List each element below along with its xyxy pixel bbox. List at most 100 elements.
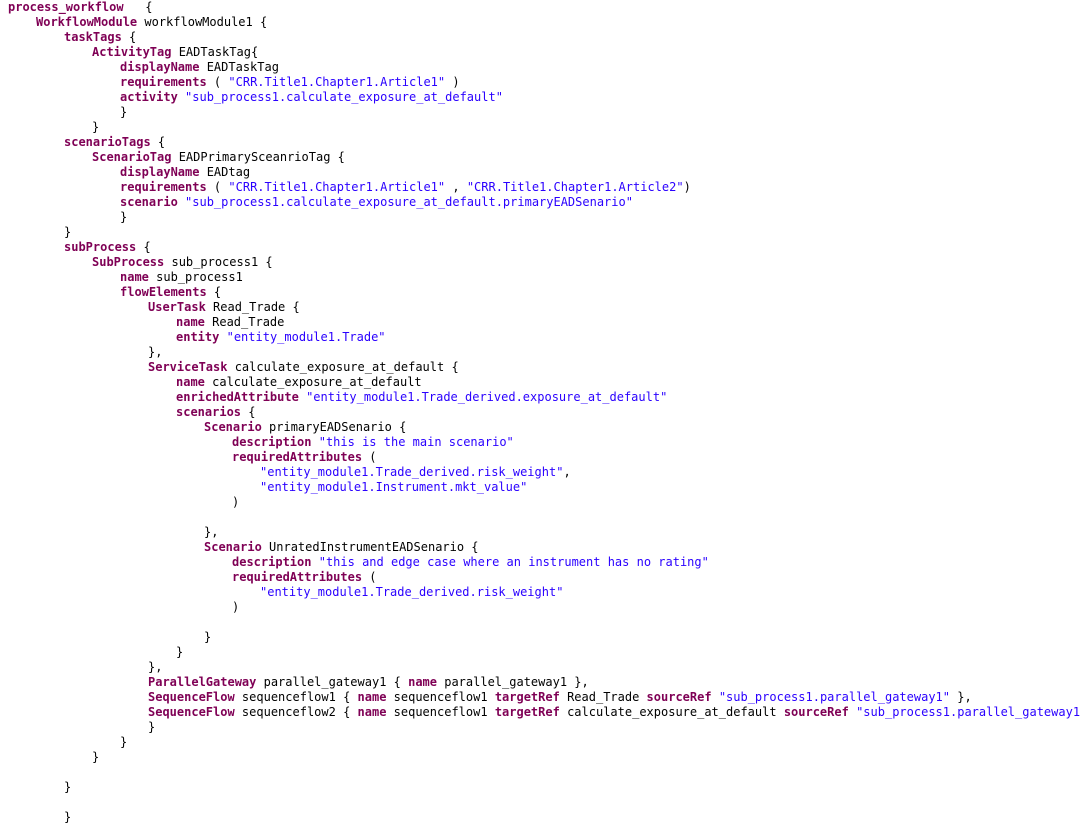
code-editor[interactable]: process_workflow {WorkflowModule workflo… (0, 0, 1081, 825)
code-line-content: } (120, 105, 127, 120)
code-line: name Read_Trade (0, 315, 1081, 330)
code-line: ServiceTask calculate_exposure_at_defaul… (0, 360, 1081, 375)
code-line-content: ServiceTask calculate_exposure_at_defaul… (148, 360, 459, 375)
code-keyword: sourceRef (783, 705, 849, 719)
code-line: requirements ( "CRR.Title1.Chapter1.Arti… (0, 180, 1081, 195)
code-line: name calculate_exposure_at_default (0, 375, 1081, 390)
code-text: }, (148, 345, 163, 359)
code-line-content: "entity_module1.Trade_derived.risk_weigh… (260, 585, 563, 600)
code-string: "sub_process1.parallel_gateway1" (718, 690, 950, 704)
code-line: SequenceFlow sequenceflow2 { name sequen… (0, 705, 1081, 720)
code-line: Scenario primaryEADSenario { (0, 420, 1081, 435)
code-line-content: description "this is the main scenario" (232, 435, 514, 450)
code-text: } (204, 630, 212, 644)
code-line: }, (0, 345, 1081, 360)
code-line: } (0, 120, 1081, 135)
code-keyword: SequenceFlow (148, 705, 235, 719)
code-line: } (0, 630, 1081, 645)
code-keyword: name (176, 315, 205, 329)
code-keyword: name (176, 375, 205, 389)
code-keyword: displayName (120, 165, 200, 179)
code-text: EADTaskTag{ (171, 45, 259, 59)
code-text: parallel_gateway1 { (256, 675, 409, 689)
code-line-content: subProcess { (64, 240, 151, 255)
code-text: ) (683, 180, 691, 194)
code-text: EADtag (199, 165, 251, 179)
code-keyword: process_workflow (8, 0, 124, 14)
code-line-content: } (92, 750, 99, 765)
code-line-content: } (204, 630, 211, 645)
code-text: calculate_exposure_at_default { (227, 360, 459, 374)
code-text: { (206, 285, 222, 299)
code-line: ParallelGateway parallel_gateway1 { name… (0, 675, 1081, 690)
code-line: enrichedAttribute "entity_module1.Trade_… (0, 390, 1081, 405)
code-line: description "this is the main scenario" (0, 435, 1081, 450)
code-keyword: entity (176, 330, 220, 344)
code-line-content: activity "sub_process1.calculate_exposur… (120, 90, 503, 105)
code-line-content: enrichedAttribute "entity_module1.Trade_… (176, 390, 667, 405)
code-line: "entity_module1.Instrument.mkt_value" (0, 480, 1081, 495)
code-line-content: } (64, 810, 71, 825)
code-line-content: UserTask Read_Trade { (148, 300, 300, 315)
code-line: taskTags { (0, 30, 1081, 45)
code-line: name sub_process1 (0, 270, 1081, 285)
code-line-content: requirements ( "CRR.Title1.Chapter1.Arti… (120, 75, 460, 90)
code-line: flowElements { (0, 285, 1081, 300)
code-text: ) (232, 600, 240, 614)
code-text: workflowModule1 { (137, 15, 268, 29)
code-line: scenarios { (0, 405, 1081, 420)
code-line: ) (0, 600, 1081, 615)
code-line-content: SubProcess sub_process1 { (92, 255, 273, 270)
code-line: WorkflowModule workflowModule1 { (0, 15, 1081, 30)
code-text: } (92, 750, 100, 764)
code-keyword: enrichedAttribute (176, 390, 299, 404)
code-line: } (0, 645, 1081, 660)
code-keyword: scenario (120, 195, 178, 209)
code-line-content: } (64, 225, 71, 240)
code-text: { (123, 0, 153, 14)
code-keyword: WorkflowModule (36, 15, 138, 29)
code-text: UnratedInstrumentEADSenario { (261, 540, 479, 554)
code-line-content: } (148, 720, 155, 735)
code-line-content: process_workflow { (8, 0, 153, 15)
code-line-content: name sub_process1 (120, 270, 243, 285)
code-text: } (64, 810, 72, 824)
code-keyword: targetRef (494, 705, 560, 719)
code-keyword: sourceRef (646, 690, 712, 704)
code-text: EADPrimarySceanrioTag { (171, 150, 345, 164)
code-line: } (0, 720, 1081, 735)
code-line-content: scenario "sub_process1.calculate_exposur… (120, 195, 633, 210)
code-line-content: ActivityTag EADTaskTag{ (92, 45, 258, 60)
code-line-content: requiredAttributes ( (232, 450, 377, 465)
code-line: displayName EADtag (0, 165, 1081, 180)
code-string: "sub_process1.parallel_gateway1" (856, 705, 1081, 719)
code-keyword: description (232, 435, 312, 449)
code-string: "entity_module1.Trade_derived.risk_weigh… (260, 585, 564, 599)
code-keyword: targetRef (494, 690, 560, 704)
code-line: process_workflow { (0, 0, 1081, 15)
code-line: } (0, 810, 1081, 825)
code-line: Scenario UnratedInstrumentEADSenario { (0, 540, 1081, 555)
code-keyword: ParallelGateway (148, 675, 257, 689)
code-text: calculate_exposure_at_default (204, 375, 422, 389)
code-text: } (64, 225, 72, 239)
code-line: } (0, 210, 1081, 225)
code-line: description "this and edge case where an… (0, 555, 1081, 570)
code-string: "this and edge case where an instrument … (318, 555, 709, 569)
code-text: } (148, 720, 156, 734)
code-text: { (121, 30, 137, 44)
code-string: "sub_process1.calculate_exposure_at_defa… (185, 90, 503, 104)
code-keyword: SequenceFlow (148, 690, 235, 704)
code-text: calculate_exposure_at_default (559, 705, 784, 719)
code-text: Read_Trade { (205, 300, 300, 314)
code-text: }, (204, 525, 219, 539)
code-line-content: Scenario UnratedInstrumentEADSenario { (204, 540, 479, 555)
code-text: } (64, 780, 72, 794)
code-line-content: description "this and edge case where an… (232, 555, 709, 570)
